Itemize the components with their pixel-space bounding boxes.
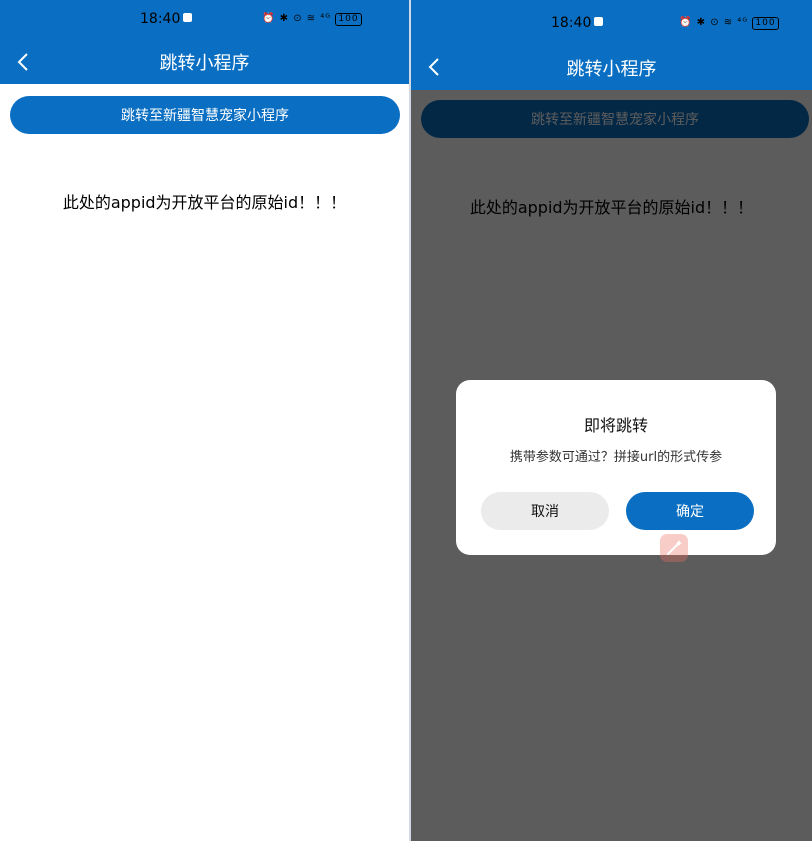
battery-icon: 100 [752,17,779,30]
screen-left: 18:40 ⏰ ✱ ⊙ ≋ ⁴ᴳ 100 跳转小程序 跳转至新疆智慧宠家小程序 … [0,0,409,841]
stage: 18:40 ⏰ ✱ ⊙ ≋ ⁴ᴳ 100 跳转小程序 跳转至新疆智慧宠家小程序 … [0,0,812,841]
status-icons: ⏰ ✱ ⊙ ≋ ⁴ᴳ 100 [679,17,779,30]
magic-wand-icon [667,540,682,555]
header: 18:40 ⏰ ✱ ⊙ ≋ ⁴ᴳ 100 跳转小程序 [411,0,812,90]
status-icons-text: ⏰ ✱ ⊙ ≋ ⁴ᴳ [262,13,332,24]
notification-icon [183,13,193,22]
page-title: 跳转小程序 [159,53,250,74]
status-icons-text: ⏰ ✱ ⊙ ≋ ⁴ᴳ [679,17,749,28]
dialog-title: 即将跳转 [583,416,648,435]
page-title: 跳转小程序 [566,59,657,80]
header: 18:40 ⏰ ✱ ⊙ ≋ ⁴ᴳ 100 跳转小程序 [0,0,409,84]
jump-to-miniprogram-button[interactable]: 跳转至新疆智慧宠家小程序 [10,96,400,134]
confirm-dialog: 即将跳转 携带参数可通过？拼接url的形式传参 取消 确定 [456,380,776,555]
status-time: 18:40 [551,15,604,31]
cancel-button[interactable]: 取消 [481,492,609,530]
floating-assist-icon[interactable] [660,534,688,562]
status-time: 18:40 [140,11,193,27]
appid-note: 此处的appid为开放平台的原始id！！！ [62,193,347,212]
notification-icon [594,17,604,26]
confirm-button[interactable]: 确定 [626,492,754,530]
screen-right: 18:40 ⏰ ✱ ⊙ ≋ ⁴ᴳ 100 跳转小程序 跳转至新疆智慧宠家小程序 … [411,0,812,841]
status-icons: ⏰ ✱ ⊙ ≋ ⁴ᴳ 100 [262,13,362,26]
dialog-message: 携带参数可通过？拼接url的形式传参 [509,450,723,465]
battery-icon: 100 [335,13,362,26]
